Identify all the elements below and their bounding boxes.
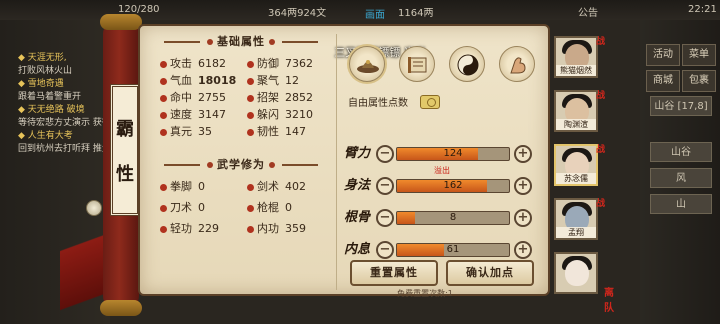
minus-button[interactable]: − xyxy=(376,145,394,163)
party-member[interactable] xyxy=(554,252,598,294)
overflow-label: 溢出 xyxy=(434,166,450,175)
bag-button[interactable]: 包裹 xyxy=(682,70,716,92)
minus-button[interactable]: − xyxy=(376,241,394,259)
party-member[interactable]: 苏念儒 xyxy=(554,144,598,186)
attr-row-strength: 臂力 − 124 + xyxy=(340,142,544,166)
shop-button[interactable]: 商城 xyxy=(646,70,680,92)
attr-row-agility: 身法 − 溢出 162 + xyxy=(340,166,544,198)
announcement-button[interactable]: 公告 xyxy=(578,4,598,19)
quest-desc: 等待宏悲方丈演示 获得拜身破止法 xyxy=(18,118,108,128)
martial-lightness: 轻功 229 xyxy=(160,221,243,236)
yin-yang-icon[interactable] xyxy=(449,46,485,82)
martial-blade: 刀术 0 xyxy=(160,200,243,215)
stat-attack: 攻击 6182 xyxy=(160,56,243,71)
minus-button[interactable]: − xyxy=(376,177,394,195)
martial-fist: 拳脚 0 xyxy=(160,179,243,194)
scroll-cap xyxy=(100,300,142,316)
attr-bar[interactable]: 124 xyxy=(396,147,510,161)
attr-bar[interactable]: 61 xyxy=(396,243,510,257)
attr-bar[interactable]: 8 xyxy=(396,211,510,225)
martial-inner: 内功 359 xyxy=(247,221,330,236)
plus-button[interactable]: + xyxy=(514,241,532,259)
stats-section: 基础属性 攻击 6182 防御 7362 气血 18018 聚气 12 命中 2755 招… xyxy=(148,34,334,294)
silver-value: 364两924文 xyxy=(268,8,327,19)
quest-title[interactable]: ◆ 雪地奇遇 xyxy=(18,78,108,91)
allocation-section: 自由属性点数 臂力 − 124 + 身法 − 溢出 162 + 根骨 − 8 +… xyxy=(340,34,544,298)
party-member[interactable]: 熊猫烟然 xyxy=(554,36,598,78)
character-name-plate: 霸 性 xyxy=(110,84,140,216)
stat-hit: 命中 2755 xyxy=(160,90,243,105)
panel-tag: 画面 xyxy=(365,10,385,21)
stat-energy: 聚气 12 xyxy=(247,73,330,88)
plus-button[interactable]: + xyxy=(514,145,532,163)
martial-sword: 剑术 402 xyxy=(247,179,330,194)
coin-icon xyxy=(420,94,440,109)
plus-button[interactable]: + xyxy=(514,177,532,195)
martial-stats-grid: 拳脚 0 剑术 402 刀术 0 枪棍 0 轻功 229 内功 359 xyxy=(160,179,330,236)
stat-defense: 防御 7362 xyxy=(247,56,330,71)
stat-hp: 气血 18018 xyxy=(160,73,243,88)
martial-stats-title: 武学修为 xyxy=(148,157,334,173)
quest-title[interactable]: ◆ 天涯无形, xyxy=(18,52,108,65)
quest-title[interactable]: ◆ 人生有大考 xyxy=(18,130,108,143)
free-points-row: 自由属性点数 xyxy=(348,94,544,109)
quest-desc: 跟着马着警重开 xyxy=(18,92,82,102)
leave-team-tag[interactable]: 离队 xyxy=(604,284,622,314)
stat-dodge: 躲闪 3210 xyxy=(247,107,330,122)
panel-divider xyxy=(336,34,337,290)
battle-tag: 战 xyxy=(596,145,606,155)
quest-desc: 打败风林火山 xyxy=(18,66,73,76)
stat-speed: 速度 3147 xyxy=(160,107,243,122)
equipment-icons xyxy=(340,46,544,82)
confirm-allocation-button[interactable]: 确认加点 xyxy=(446,260,534,286)
free-reset-count: 免费重置次数:1 xyxy=(397,289,453,298)
minus-button[interactable]: − xyxy=(376,209,394,227)
basic-stats-title: 基础属性 xyxy=(148,34,334,50)
stat-toughness: 韧性 147 xyxy=(247,124,330,139)
quest-desc: 回到杭州去打听拜 推量安危 xyxy=(18,144,108,154)
attribute-panel: 画面 三叉铃镖镖镖 当当 基础属性 攻击6182 防御7362 气血18018 … xyxy=(138,10,550,298)
battle-tag: 战 xyxy=(596,37,606,47)
scroll-cap xyxy=(100,14,142,30)
attr-row-constitution: 根骨 − 8 + xyxy=(340,206,544,230)
stat-true-essence: 真元 35 xyxy=(160,124,243,139)
battle-tag: 战 xyxy=(596,199,606,209)
quest-title[interactable]: ◆ 天无绝路 破境 xyxy=(18,104,108,117)
activity-button[interactable]: 活动 xyxy=(646,44,680,66)
stat-parry: 招架 2852 xyxy=(247,90,330,105)
attr-bar[interactable]: 162 xyxy=(396,179,510,193)
quest-list: ◆ 天涯无形, 打败风林火山 ◆ 雪地奇遇 跟着马着警重开 ◆ 天无绝路 破境 … xyxy=(18,52,108,156)
place-item[interactable]: 山 xyxy=(650,194,712,214)
muscle-arm-icon[interactable] xyxy=(499,46,535,82)
clock: 22:21 xyxy=(688,4,717,15)
hat-icon[interactable] xyxy=(349,46,385,82)
party-column: 熊猫烟然 战 陶渊渲 战 苏念儒 战 孟翔 战 离队 xyxy=(552,32,614,322)
party-member[interactable]: 陶渊渲 xyxy=(554,90,598,132)
place-item[interactable]: 山谷 xyxy=(650,142,712,162)
location-label: 山谷 [17,8] xyxy=(650,96,712,116)
party-member[interactable]: 孟翔 xyxy=(554,198,598,240)
menu-button[interactable]: 菜单 xyxy=(682,44,716,66)
martial-spear: 枪棍 0 xyxy=(247,200,330,215)
reset-attributes-button[interactable]: 重置属性 xyxy=(350,260,438,286)
battle-tag: 战 xyxy=(596,91,606,101)
place-item[interactable]: 风 xyxy=(650,168,712,188)
plus-button[interactable]: + xyxy=(514,209,532,227)
attr-row-breath: 内息 − 61 + xyxy=(340,238,544,262)
basic-stats-grid: 攻击 6182 防御 7362 气血 18018 聚气 12 命中 2755 招架 2852… xyxy=(160,56,330,139)
scroll-icon[interactable] xyxy=(399,46,435,82)
jade-ornament xyxy=(86,200,102,216)
